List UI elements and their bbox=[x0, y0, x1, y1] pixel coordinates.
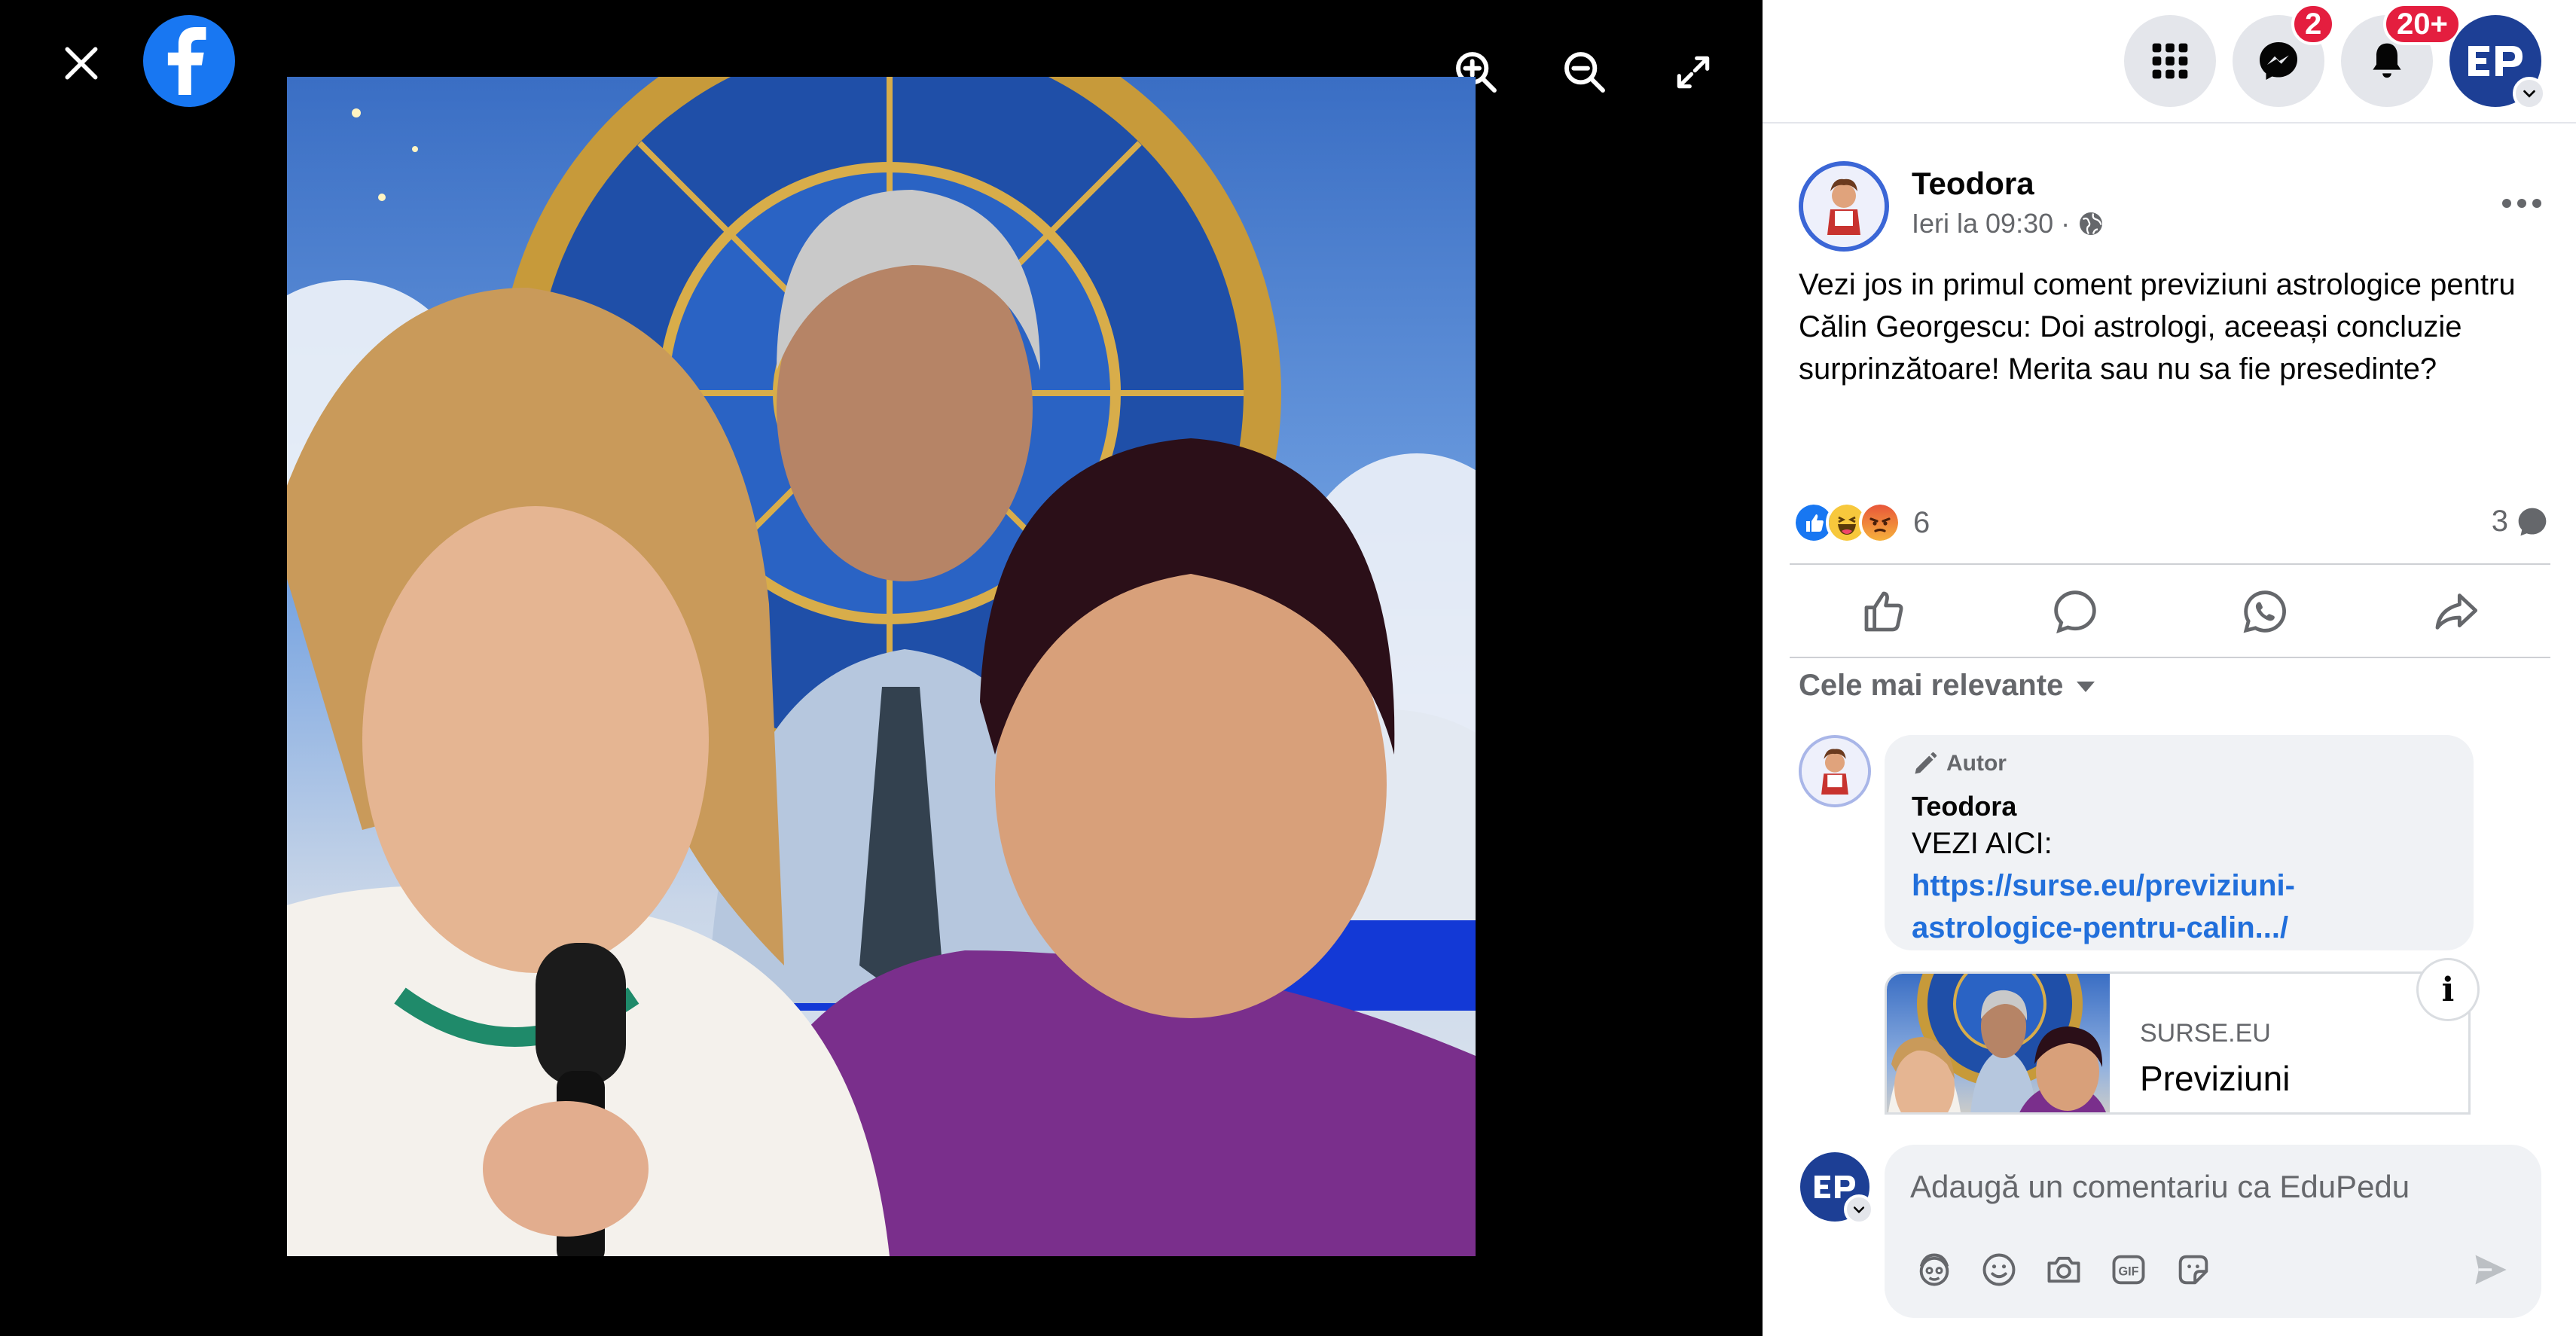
fullscreen-button[interactable] bbox=[1663, 42, 1723, 102]
link-preview-title: Previziuni bbox=[2140, 1059, 2291, 1098]
notifications-badge: 20+ bbox=[2383, 3, 2462, 45]
link-preview-domain: SURSE.EU bbox=[2140, 1019, 2271, 1048]
comment-icon bbox=[2054, 590, 2096, 634]
comment-text: VEZI AICI: bbox=[1912, 827, 2053, 860]
messenger-icon bbox=[2260, 42, 2297, 80]
comments-sort-label: Cele mai relevante bbox=[1799, 669, 2064, 702]
composer-account-chevron[interactable] bbox=[1844, 1194, 1874, 1225]
account-logo bbox=[2468, 46, 2523, 76]
post-actions bbox=[1790, 566, 2550, 657]
post-author[interactable]: Teodora bbox=[1912, 166, 2034, 202]
menu-button[interactable] bbox=[2124, 15, 2216, 107]
svg-text:GIF: GIF bbox=[2118, 1265, 2138, 1279]
fullscreen-icon bbox=[1677, 56, 1710, 89]
like-icon bbox=[1864, 591, 1903, 632]
author-avatar[interactable] bbox=[1799, 161, 1889, 252]
comment-author-avatar[interactable] bbox=[1799, 735, 1871, 807]
share-button[interactable] bbox=[2361, 566, 2551, 657]
avatar-sticker-button[interactable] bbox=[1912, 1247, 1957, 1292]
comment-bubble: Autor Teodora VEZI AICI: https://surse.e… bbox=[1885, 735, 2474, 950]
comment-button[interactable] bbox=[1980, 566, 2171, 657]
author-badge: Autor bbox=[1912, 750, 2446, 777]
globe-icon bbox=[2080, 212, 2103, 235]
post-sidebar: 2 20+ Teodora Ieri la 09:30 · Vezi jos i… bbox=[1763, 0, 2576, 1336]
account-chevron[interactable] bbox=[2513, 77, 2546, 110]
comments-count[interactable]: 3 bbox=[2492, 505, 2549, 538]
messenger-button[interactable]: 2 bbox=[2233, 3, 2336, 107]
post-meta: Ieri la 09:30 · bbox=[1912, 208, 2104, 239]
messenger-badge: 2 bbox=[2291, 3, 2336, 45]
zoom-out-icon bbox=[1564, 52, 1605, 93]
pen-icon bbox=[1915, 752, 1937, 774]
post-header: Teodora Ieri la 09:30 · bbox=[1799, 158, 2552, 256]
reactions-count: 6 bbox=[1913, 505, 1930, 539]
more-icon bbox=[2502, 199, 2541, 208]
actions-bottom-divider bbox=[1790, 657, 2550, 658]
gif-icon: GIF bbox=[2112, 1255, 2145, 1285]
sticker-button[interactable] bbox=[2171, 1247, 2216, 1292]
share-icon bbox=[2435, 593, 2477, 630]
zoom-out-button[interactable] bbox=[1555, 42, 1615, 102]
reactions-summary[interactable]: 6 bbox=[1793, 502, 1930, 544]
comment-author[interactable]: Teodora bbox=[1912, 791, 2446, 822]
emoji-button[interactable] bbox=[1976, 1247, 2022, 1292]
angry-reaction-icon bbox=[1859, 502, 1901, 544]
post-text: Vezi jos in primul coment previziuni ast… bbox=[1799, 268, 2516, 386]
post-timestamp[interactable]: Ieri la 09:30 bbox=[1912, 208, 2053, 239]
account-button[interactable] bbox=[2449, 15, 2546, 110]
grid-menu-icon bbox=[2152, 43, 2188, 79]
caret-down-icon bbox=[2077, 681, 2095, 692]
emoji-icon bbox=[1982, 1253, 2016, 1286]
camera-button[interactable] bbox=[2041, 1247, 2086, 1292]
comment-input[interactable] bbox=[1910, 1164, 2498, 1209]
post-options-button[interactable] bbox=[2492, 173, 2552, 233]
chevron-down-icon bbox=[2523, 90, 2535, 98]
avatar-sticker-icon bbox=[1919, 1253, 1949, 1286]
sticker-icon bbox=[2178, 1255, 2208, 1285]
whatsapp-icon bbox=[2243, 590, 2287, 633]
camera-icon bbox=[2047, 1256, 2080, 1283]
info-button[interactable]: i bbox=[2416, 958, 2480, 1021]
comments-count-value: 3 bbox=[2491, 505, 2508, 538]
top-bar: 2 20+ bbox=[1763, 0, 2576, 124]
close-icon bbox=[65, 47, 98, 80]
like-button[interactable] bbox=[1790, 566, 1980, 657]
link-preview-thumbnail bbox=[1887, 974, 2110, 1112]
author-badge-label: Autor bbox=[1946, 751, 2007, 776]
comments-sort-dropdown[interactable]: Cele mai relevante bbox=[1799, 669, 2096, 703]
chevron-down-icon bbox=[1853, 1206, 1865, 1214]
gif-button[interactable]: GIF bbox=[2106, 1247, 2151, 1292]
photo-viewer bbox=[0, 0, 1763, 1336]
comment-link[interactable]: https://surse.eu/previziuni-astrologice-… bbox=[1912, 865, 2446, 949]
facebook-logo[interactable] bbox=[143, 15, 235, 107]
close-button[interactable] bbox=[53, 35, 110, 92]
comment-bubble-icon bbox=[2518, 508, 2547, 535]
bell-icon bbox=[2373, 43, 2401, 78]
comment-composer: GIF bbox=[1885, 1145, 2541, 1318]
photo-illustration bbox=[287, 77, 1476, 1256]
notifications-button[interactable]: 20+ bbox=[2341, 3, 2462, 107]
meta-separator: · bbox=[2061, 208, 2071, 239]
info-icon: i bbox=[2441, 970, 2455, 1009]
post-photo[interactable] bbox=[287, 77, 1476, 1256]
whatsapp-button[interactable] bbox=[2170, 566, 2361, 657]
actions-top-divider bbox=[1790, 563, 2550, 565]
send-icon bbox=[2475, 1255, 2507, 1285]
send-comment-button[interactable] bbox=[2466, 1246, 2514, 1294]
composer-tools: GIF bbox=[1912, 1247, 2216, 1292]
link-preview-card[interactable]: SURSE.EU Previziuni bbox=[1885, 971, 2471, 1115]
